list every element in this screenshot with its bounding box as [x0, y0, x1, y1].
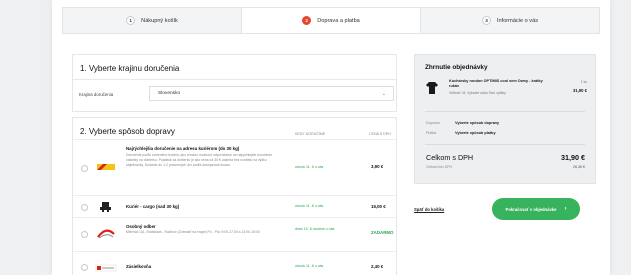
step-label: Nákupný košík	[141, 17, 178, 24]
checkout-steps: 1 Nákupný košík 2 Doprava a platba 3 Inf…	[62, 7, 600, 34]
step-customer-info[interactable]: 3 Informácie o vás	[420, 8, 599, 33]
option-title: Osobný odber	[126, 224, 156, 229]
radio-button[interactable]	[81, 231, 88, 238]
option-title: Kuriér - cargo (nad 30 kg)	[126, 204, 180, 209]
shipping-option-pickup[interactable]: Osobný odber Mierová 131, Bratislava - R…	[73, 217, 396, 251]
divider	[425, 111, 585, 112]
product-price: 31,90 €	[573, 88, 587, 93]
divider	[73, 79, 396, 80]
delivery-time: utorok 11. 6 u vás	[295, 165, 324, 169]
total-without-vat-label: Celkom bez DPH	[426, 165, 453, 169]
shipping-option-cargo[interactable]: Kuriér - cargo (nad 30 kg) utorok 11. 6 …	[73, 195, 396, 217]
country-select-value: Slovensko	[158, 91, 181, 96]
pickup-logo	[97, 229, 115, 239]
payment-label: Platba	[426, 131, 437, 135]
shipping-section: 2. Vyberte spôsob dopravy KEDY DORUČÍME …	[72, 117, 397, 275]
option-price: 2,40 €	[371, 264, 384, 269]
product-name: Kuchársky rondon OPTIMIS cool sem Owny -…	[449, 79, 543, 88]
shipping-label: Doprava	[426, 121, 440, 125]
country-section: 1. Vyberte krajinu doručenia Krajina dor…	[72, 54, 397, 112]
courier-logo	[97, 164, 115, 170]
back-to-cart-link[interactable]: Späť do košíka	[414, 207, 444, 212]
option-description: Doručenie podľa zvoleného kuriéra, ako v…	[126, 153, 273, 167]
delivery-time: dnes 10. 6 osobne u nás	[295, 227, 335, 231]
step-label: Informácie o vás	[496, 17, 539, 24]
total-value: 31,90 €	[561, 153, 585, 162]
column-header-time: KEDY DORUČÍME	[295, 132, 326, 136]
step-shipping-payment[interactable]: 2 Doprava a platba	[241, 8, 420, 33]
step-number: 3	[481, 16, 491, 25]
continue-button-label: Pokračovať v objednávke	[505, 206, 557, 212]
shipping-value: Vyberte spôsob dopravy	[455, 121, 500, 125]
radio-button[interactable]	[81, 165, 88, 172]
radio-button[interactable]	[81, 264, 88, 271]
shipping-option-zasielkovna[interactable]: Zásielkovňa utorok 11. 6 u vás 2,40 €	[73, 251, 396, 275]
option-price: 15,00 €	[371, 204, 386, 209]
delivery-time: utorok 11. 6 u vás	[295, 204, 324, 208]
radio-button[interactable]	[81, 204, 88, 211]
column-header-price: CENA S DPH	[369, 132, 391, 136]
step-label: Doprava a platba	[317, 17, 360, 24]
section-title: 1. Vyberte krajinu doručenia	[80, 64, 180, 73]
divider	[425, 144, 585, 145]
country-label: Krajina doručenia	[79, 92, 114, 97]
option-price: ZADARMO	[371, 230, 394, 235]
payment-value: Vyberte spôsob platby	[455, 131, 496, 135]
section-title: 2. Vyberte spôsob dopravy	[80, 127, 175, 136]
option-title: Najrýchlejšia doručenie na adresu kuriér…	[126, 146, 240, 151]
continue-button[interactable]: Pokračovať v objednávke ›	[492, 198, 580, 220]
option-description: Mierová 131, Bratislava - Ružinov (Zobra…	[126, 230, 260, 234]
step-cart[interactable]: 1 Nákupný košík	[63, 8, 241, 33]
product-meta: Veľkosť: M, Vybavte oddo Sivú vybtky	[449, 91, 506, 95]
total-without-vat-value: 26,36 €	[573, 165, 585, 169]
delivery-time: utorok 11. 6 u vás	[295, 264, 324, 268]
step-number: 1	[126, 16, 136, 25]
country-select[interactable]: Slovensko ⌄	[149, 86, 394, 101]
shirt-icon	[426, 82, 438, 94]
cargo-logo	[100, 202, 111, 212]
total-label: Celkom s DPH	[426, 153, 474, 162]
option-price: 3,90 €	[371, 164, 384, 169]
product-quantity: 1 ks	[580, 80, 587, 84]
option-title: Zásielkovňa	[126, 264, 152, 269]
chevron-right-icon: ›	[564, 206, 567, 212]
order-summary: Zhrnutie objednávky Kuchársky rondon OPT…	[414, 54, 596, 184]
summary-title: Zhrnutie objednávky	[425, 64, 488, 71]
zasielkovna-logo	[95, 264, 117, 272]
summary-product: Kuchársky rondon OPTIMIS cool sem Owny -…	[425, 77, 587, 109]
chevron-down-icon: ⌄	[381, 91, 386, 97]
step-number: 2	[302, 16, 312, 25]
